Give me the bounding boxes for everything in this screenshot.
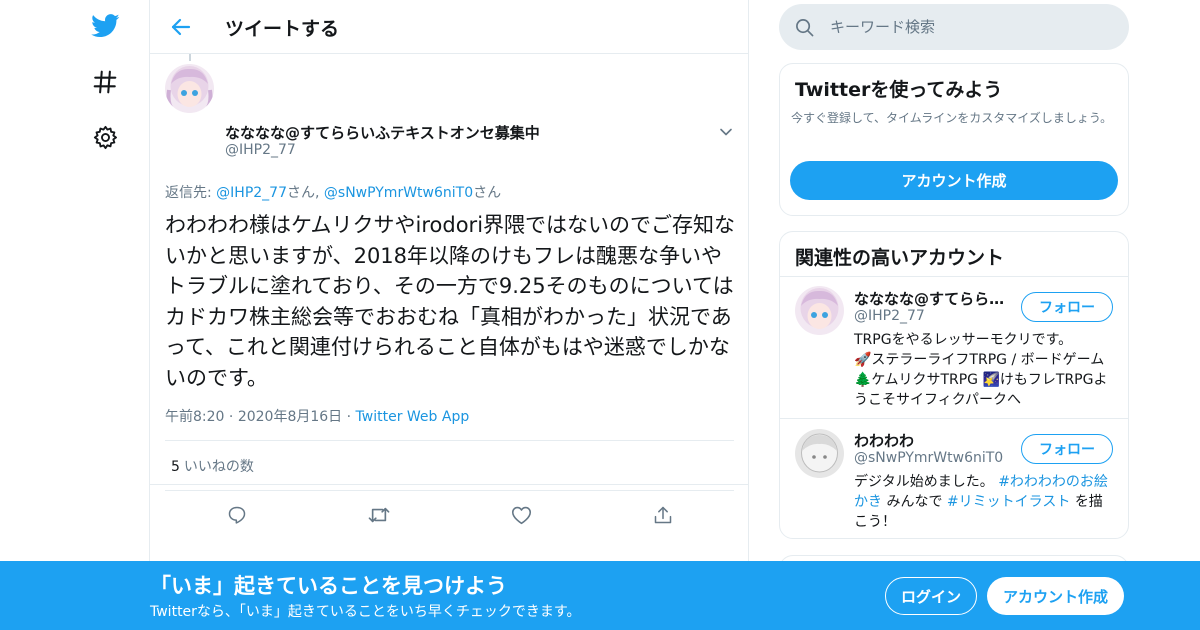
account-bio-line: TRPGをやるレッサーモクリです。 [854,332,1073,348]
retweet-icon[interactable] [367,503,391,527]
account-bio: TRPGをやるレッサーモクリです。 🚀ステラーライフTRPG / ボードゲーム … [854,330,1116,410]
likes-count[interactable]: 5 いいねの数 [171,456,254,476]
author-handle[interactable]: @IHP2_77 [225,142,296,158]
account-bio: デジタル始めました。 #わわわわのお絵かき みんなで #リミットイラスト を描こ… [854,472,1116,532]
reply-to-prefix: 返信先: [165,185,217,201]
meta-separator: · [228,409,234,425]
likes-number: 5 [171,459,180,475]
avatar[interactable] [795,286,844,335]
twitter-bird-icon[interactable] [90,11,120,41]
account-name[interactable]: わわわわ [854,430,1009,451]
search-input[interactable] [830,4,1110,50]
divider [165,490,734,491]
like-heart-icon[interactable] [509,503,533,527]
signup-button[interactable]: アカウント作成 [790,161,1118,200]
likes-label: いいねの数 [183,459,254,475]
chevron-down-icon[interactable] [719,124,733,138]
account-handle[interactable]: @sNwPYmrWtw6niT0 [854,450,1003,466]
hashtag-link[interactable]: #リミットイラスト [947,494,1070,510]
reply-to-user-link[interactable]: @IHP2_77 [216,185,287,201]
avatar[interactable] [795,429,844,478]
page-title: ツイートする [225,18,340,40]
account-handle[interactable]: @IHP2_77 [854,308,925,324]
author-avatar[interactable] [165,64,214,113]
follow-button[interactable]: フォロー [1021,434,1113,464]
page-header: ツイートする [150,0,748,54]
gear-icon[interactable] [90,122,120,152]
back-button[interactable] [166,12,196,42]
tweet-time[interactable]: 午前8:20 [165,409,224,425]
banner-title: 「いま」起きていることを見つけよう [150,574,507,598]
hashtag-icon[interactable] [90,67,120,97]
reply-to-suffix: さん, [287,185,324,201]
reply-to-line: 返信先: @IHP2_77さん, @sNwPYmrWtw6niT0さん [165,182,501,202]
share-icon[interactable] [651,503,675,527]
search-icon [796,19,814,37]
signup-card: Twitterを使ってみよう 今すぐ登録して、タイムラインをカスタマイズしましょ… [779,63,1129,216]
related-accounts-title: 関連性の高いアカウント [795,247,1005,269]
signup-card-description: 今すぐ登録して、タイムラインをカスタマイズしましょう。 [791,111,1113,125]
search-box[interactable] [779,4,1129,50]
tweet-meta: 午前8:20 · 2020年8月16日 · Twitter Web App [165,406,469,426]
banner-subtitle: Twitterなら、「いま」起きていることをいち早くチェックできます。 [150,604,581,620]
main-column: ツイートする なななな@すてららいふテキストオンセ募集中 @IHP2_77 返信… [149,0,749,630]
account-bio-line: 🚀ステラーライフTRPG / ボードゲーム 🌲ケムリクサTRPG 🌠けもフレTR… [854,352,1108,408]
back-arrow-icon [171,18,191,36]
bottom-signup-banner: 「いま」起きていることを見つけよう Twitterなら、「いま」起きていることを… [0,561,1200,630]
divider [165,440,734,441]
tweet-source-link[interactable]: Twitter Web App [356,409,470,425]
left-navigation [0,0,150,630]
account-bio-text: デジタル始めました。 [854,474,994,490]
login-button[interactable]: ログイン [885,577,977,615]
reply-to-suffix: さん [473,185,502,201]
banner-signup-button[interactable]: アカウント作成 [987,577,1124,615]
account-name[interactable]: なななな@すてららいふテキストオンセ募集中 [854,288,1009,309]
reply-icon[interactable] [225,503,249,527]
divider [780,276,1128,277]
divider [780,418,1128,419]
follow-button[interactable]: フォロー [1021,292,1113,322]
related-accounts-card: 関連性の高いアカウント なななな@すてららいふテキストオンセ募集中 @IHP2_… [779,231,1129,539]
tweet-text: わわわわ様はケムリクサやirodori界隈ではないのでご存知ないかと思いますが、… [165,213,736,390]
divider [150,484,748,485]
author-name[interactable]: なななな@すてららいふテキストオンセ募集中 [225,122,540,143]
signup-card-title: Twitterを使ってみよう [795,79,1003,101]
thread-line [189,54,191,61]
reply-to-user-link[interactable]: @sNwPYmrWtw6niT0 [324,185,473,201]
meta-separator: · [346,409,352,425]
account-bio-text: みんなで [882,494,947,510]
tweet-date[interactable]: 2020年8月16日 [238,409,342,425]
